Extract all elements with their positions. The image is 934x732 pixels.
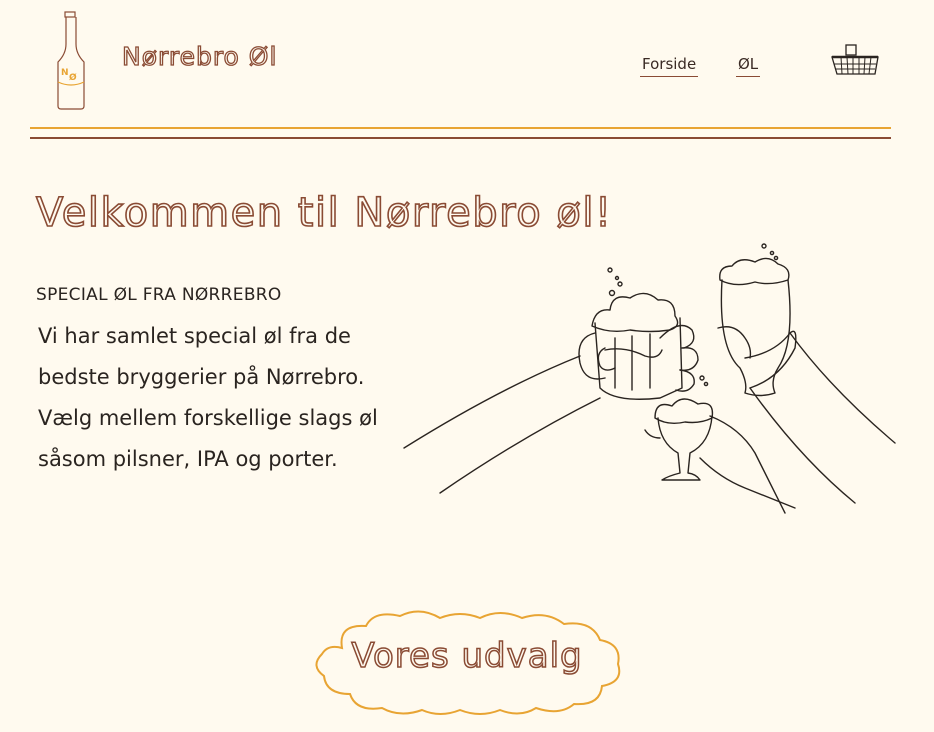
nav-link-forside[interactable]: Forside xyxy=(640,55,699,77)
header-divider-orange xyxy=(30,127,891,129)
bottle-logo-icon[interactable]: N Ø xyxy=(50,10,94,114)
svg-text:Ø: Ø xyxy=(69,72,77,83)
hero-subtitle: SPECIAL ØL FRA NØRREBRO xyxy=(36,285,282,305)
hero-description: Vi har samlet special øl fra de bedste b… xyxy=(38,324,378,471)
selection-label[interactable]: Vores udvalg xyxy=(312,635,622,677)
basket-icon[interactable] xyxy=(830,44,880,78)
hero-title: Velkommen til Nørrebro øl! xyxy=(35,189,613,237)
cheers-illustration xyxy=(403,243,896,514)
header-divider-brown xyxy=(30,137,891,139)
brand-name[interactable]: Nørrebro Øl xyxy=(121,41,277,71)
nav-link-ol[interactable]: ØL xyxy=(736,55,761,77)
svg-text:N: N xyxy=(61,68,69,78)
